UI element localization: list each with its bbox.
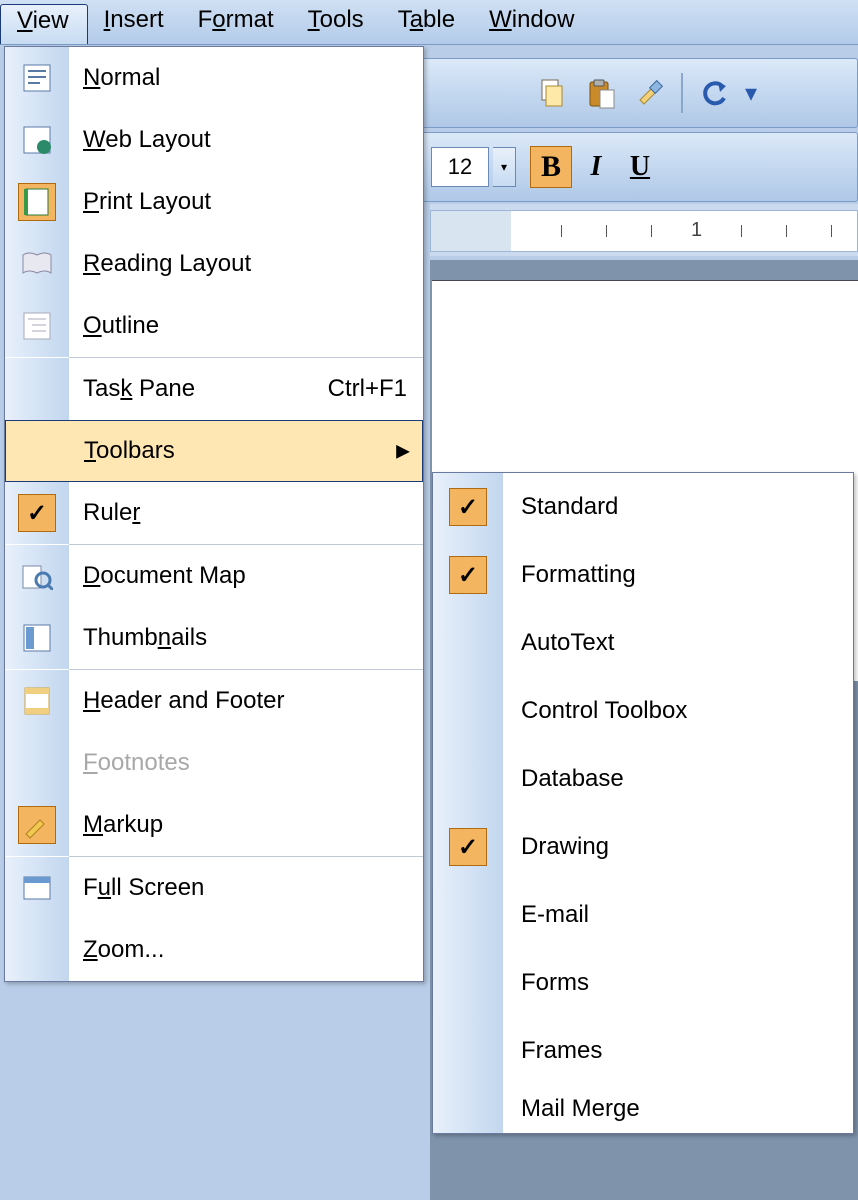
menu-insert[interactable]: Insert <box>88 0 182 44</box>
check-icon: ✓ <box>449 828 487 866</box>
undo-dropdown[interactable]: ▾ <box>741 71 761 115</box>
view-menu-dropdown: Normal Web Layout Print Layout Reading L… <box>4 46 424 982</box>
toolbars-submenu: ✓ Standard ✓ Formatting AutoText Control… <box>432 472 854 1134</box>
print-layout-icon <box>18 183 56 221</box>
view-print-layout[interactable]: Print Layout <box>5 171 423 233</box>
toolbar-item-mail-merge[interactable]: Mail Merge <box>433 1085 853 1133</box>
view-markup[interactable]: Markup <box>5 794 423 856</box>
view-toolbars[interactable]: Toolbars ▶ <box>5 420 423 482</box>
header-footer-icon <box>19 683 55 719</box>
view-reading-layout[interactable]: Reading Layout <box>5 233 423 295</box>
view-full-screen[interactable]: Full Screen <box>5 857 423 919</box>
view-task-pane[interactable]: Task Pane Ctrl+F1 <box>5 358 423 420</box>
reading-layout-icon <box>19 246 55 282</box>
view-document-map[interactable]: Document Map <box>5 545 423 607</box>
view-web-layout[interactable]: Web Layout <box>5 109 423 171</box>
toolbar-item-frames[interactable]: Frames <box>433 1017 853 1085</box>
view-header-footer[interactable]: Header and Footer <box>5 670 423 732</box>
format-painter-button[interactable] <box>627 71 671 115</box>
normal-view-icon <box>19 60 55 96</box>
menu-tools[interactable]: Tools <box>292 0 382 44</box>
outline-icon <box>19 308 55 344</box>
menu-format[interactable]: Format <box>182 0 292 44</box>
thumbnails-icon <box>19 620 55 656</box>
toolbar-item-formatting[interactable]: ✓ Formatting <box>433 541 853 609</box>
view-normal[interactable]: Normal <box>5 47 423 109</box>
ruler-number: 1 <box>691 219 702 242</box>
font-size-dropdown[interactable]: ▾ <box>493 147 516 187</box>
check-icon: ✓ <box>449 488 487 526</box>
toolbar-item-autotext[interactable]: AutoText <box>433 609 853 677</box>
check-icon: ✓ <box>18 494 56 532</box>
copy-button[interactable] <box>531 71 575 115</box>
document-map-icon <box>19 558 55 594</box>
menubar: View Insert Format Tools Table Window <box>0 0 858 45</box>
menu-view[interactable]: View <box>0 4 88 44</box>
ruler[interactable]: 1 <box>430 210 858 252</box>
view-zoom[interactable]: Zoom... <box>5 919 423 981</box>
toolbar-item-database[interactable]: Database <box>433 745 853 813</box>
view-thumbnails[interactable]: Thumbnails <box>5 607 423 669</box>
toolbar-separator <box>681 73 683 113</box>
toolbar-item-drawing[interactable]: ✓ Drawing <box>433 813 853 881</box>
paste-button[interactable] <box>579 71 623 115</box>
italic-button[interactable]: I <box>576 147 616 187</box>
view-outline[interactable]: Outline <box>5 295 423 357</box>
underline-button[interactable]: U <box>620 147 660 187</box>
toolbar-item-control-toolbox[interactable]: Control Toolbox <box>433 677 853 745</box>
menu-window[interactable]: Window <box>473 0 592 44</box>
undo-button[interactable] <box>693 71 737 115</box>
submenu-arrow-icon: ▶ <box>396 441 410 462</box>
web-layout-icon <box>19 122 55 158</box>
toolbar-item-forms[interactable]: Forms <box>433 949 853 1017</box>
menu-table[interactable]: Table <box>382 0 473 44</box>
view-ruler[interactable]: ✓ Ruler <box>5 482 423 544</box>
full-screen-icon <box>19 870 55 906</box>
bold-button[interactable]: B <box>530 146 572 188</box>
markup-icon <box>18 806 56 844</box>
task-pane-shortcut: Ctrl+F1 <box>328 375 423 403</box>
toolbar-item-standard[interactable]: ✓ Standard <box>433 473 853 541</box>
view-footnotes[interactable]: Footnotes <box>5 732 423 794</box>
check-icon: ✓ <box>449 556 487 594</box>
toolbar-item-email[interactable]: E-mail <box>433 881 853 949</box>
font-size-field[interactable]: 12 <box>431 147 489 187</box>
